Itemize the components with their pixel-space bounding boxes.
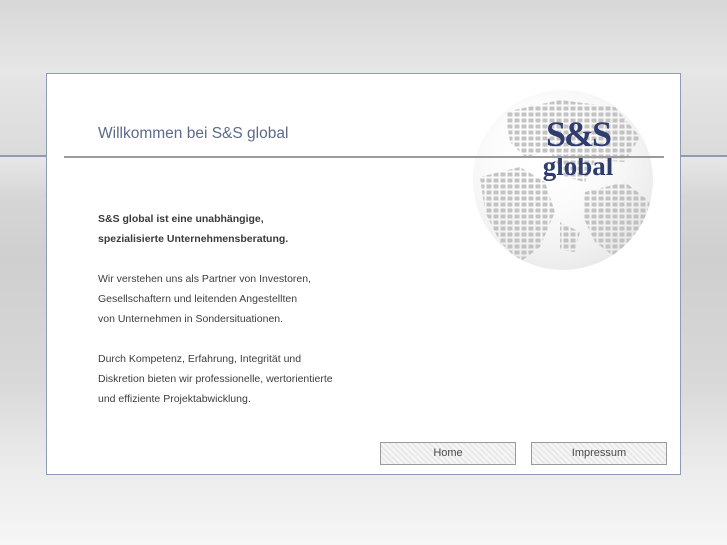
- logo-line-ss: S&S: [545, 114, 612, 154]
- paragraph-2-line-2: Diskretion bieten wir professionelle, we…: [98, 373, 333, 385]
- brand-logo: S&S global: [513, 116, 643, 180]
- main-panel: S&S global Willkommen bei S&S global S&S…: [46, 73, 681, 475]
- page-title: Willkommen bei S&S global: [98, 125, 289, 142]
- impressum-button[interactable]: Impressum: [531, 442, 667, 465]
- paragraph-1-line-2: Gesellschaftern und leitenden Angestellt…: [98, 293, 298, 305]
- paragraph-2-line-1: Durch Kompetenz, Erfahrung, Integrität u…: [98, 353, 302, 365]
- paragraph-1-line-1: Wir verstehen uns als Partner von Invest…: [98, 273, 312, 285]
- paragraph-2-line-3: und effiziente Projektabwicklung.: [98, 393, 251, 405]
- paragraph-1-line-3: von Unternehmen in Sondersituationen.: [98, 313, 284, 325]
- intro-line-2: spezialisierte Unternehmensberatung.: [98, 233, 289, 245]
- intro-line-1: S&S global ist eine unabhängige,: [98, 213, 264, 225]
- title-divider: [64, 156, 664, 158]
- home-button[interactable]: Home: [380, 442, 516, 465]
